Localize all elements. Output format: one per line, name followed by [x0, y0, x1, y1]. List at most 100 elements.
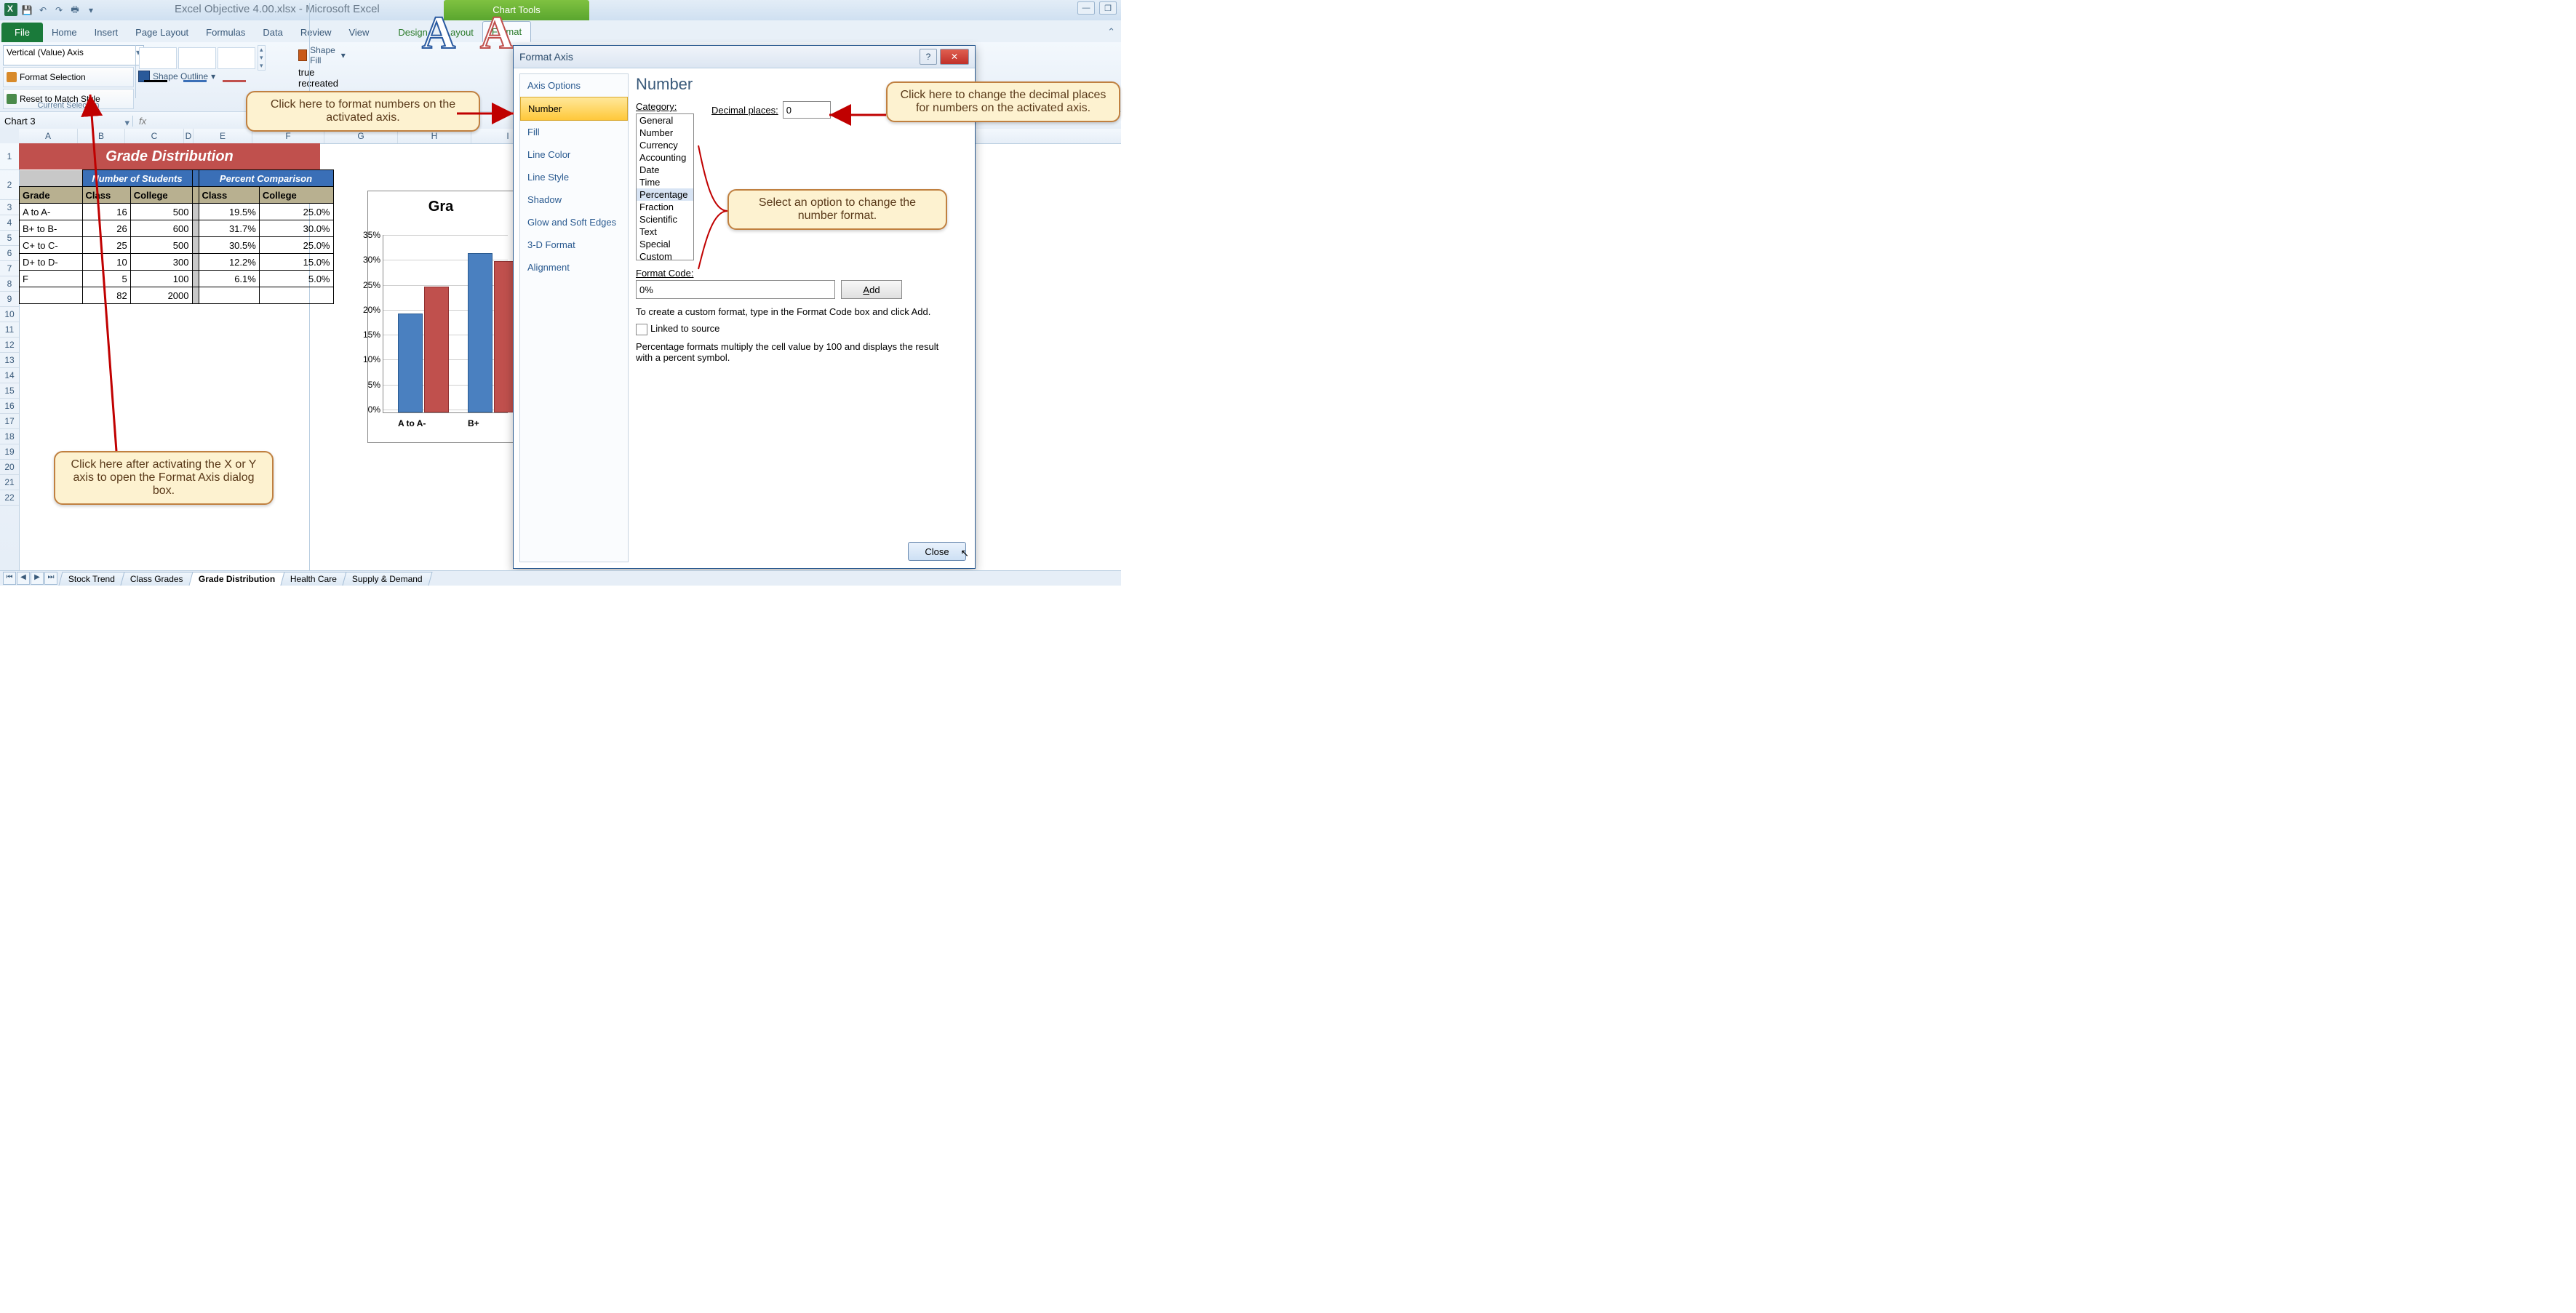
- dialog-nav-axis-options[interactable]: Axis Options: [520, 74, 628, 97]
- category-option[interactable]: Special: [637, 238, 693, 250]
- sheet-tab-supply-&-demand[interactable]: Supply & Demand: [343, 572, 433, 586]
- sheet-first-icon[interactable]: ⏮: [3, 572, 16, 585]
- close-button[interactable]: Close: [908, 542, 966, 561]
- col-header-E[interactable]: E: [194, 129, 252, 143]
- category-option[interactable]: Custom: [637, 250, 693, 260]
- sheet-tab-grade-distribution[interactable]: Grade Distribution: [188, 572, 284, 586]
- chart-bar[interactable]: [424, 287, 449, 412]
- dialog-nav-alignment[interactable]: Alignment: [520, 256, 628, 279]
- add-button[interactable]: Add: [841, 280, 902, 299]
- select-all-button[interactable]: [0, 129, 20, 144]
- shape-style-gallery-expand[interactable]: ▴ ▾ ▾: [258, 45, 266, 71]
- ribbon-expand-icon[interactable]: ⌃: [1107, 26, 1115, 38]
- sheet-prev-icon[interactable]: ◀: [17, 572, 30, 585]
- sheet-tab-stock-trend[interactable]: Stock Trend: [58, 572, 124, 586]
- sheet-last-icon[interactable]: ⏭: [44, 572, 57, 585]
- category-option[interactable]: General: [637, 114, 693, 127]
- col-header-A[interactable]: A: [19, 129, 78, 143]
- row-header-10[interactable]: 10: [0, 307, 19, 322]
- embedded-chart[interactable]: Gra 0%5%10%15%20%25%30%35%A to A-B+: [367, 191, 514, 443]
- category-option[interactable]: Accounting: [637, 151, 693, 164]
- sheet-next-icon[interactable]: ▶: [31, 572, 44, 585]
- row-header-6[interactable]: 6: [0, 246, 19, 261]
- dialog-nav-glow-and-soft-edges[interactable]: Glow and Soft Edges: [520, 211, 628, 234]
- dialog-nav-shadow[interactable]: Shadow: [520, 188, 628, 211]
- chart-bar[interactable]: [468, 253, 493, 412]
- category-option[interactable]: Text: [637, 226, 693, 238]
- sheet-tab-class-grades[interactable]: Class Grades: [120, 572, 193, 586]
- row-header-5[interactable]: 5: [0, 231, 19, 246]
- minimize-icon[interactable]: —: [1077, 1, 1095, 15]
- tab-file[interactable]: File: [1, 23, 43, 42]
- linked-to-source-checkbox[interactable]: [636, 324, 647, 335]
- row-header-13[interactable]: 13: [0, 353, 19, 368]
- chart-bar[interactable]: [398, 314, 423, 412]
- save-icon[interactable]: 💾: [20, 4, 33, 17]
- dialog-nav-fill[interactable]: Fill: [520, 121, 628, 143]
- chart-element-dropdown[interactable]: Vertical (Value) Axis: [3, 45, 144, 65]
- redo-icon[interactable]: ↷: [52, 4, 65, 17]
- row-header-11[interactable]: 11: [0, 322, 19, 338]
- tab-insert[interactable]: Insert: [86, 23, 127, 42]
- tab-formulas[interactable]: Formulas: [197, 23, 254, 42]
- category-listbox[interactable]: GeneralNumberCurrencyAccountingDateTimeP…: [636, 113, 694, 260]
- row-header-4[interactable]: 4: [0, 215, 19, 231]
- col-header-D[interactable]: D: [184, 129, 194, 143]
- shape-style-3[interactable]: [218, 47, 255, 69]
- row-header-16[interactable]: 16: [0, 399, 19, 414]
- row-header-20[interactable]: 20: [0, 460, 19, 475]
- name-box[interactable]: Chart 3▾: [0, 116, 133, 127]
- row-header-17[interactable]: 17: [0, 414, 19, 429]
- wordart-style-a1[interactable]: A: [422, 6, 455, 60]
- row-header-2[interactable]: 2: [0, 170, 19, 200]
- callout-open-format-axis: Click here after activating the X or Y a…: [54, 451, 274, 505]
- dialog-nav-line-color[interactable]: Line Color: [520, 143, 628, 166]
- category-option[interactable]: Time: [637, 176, 693, 188]
- row-header-8[interactable]: 8: [0, 276, 19, 292]
- category-option[interactable]: Scientific: [637, 213, 693, 226]
- row-header-14[interactable]: 14: [0, 368, 19, 383]
- category-option[interactable]: Percentage: [637, 188, 693, 201]
- row-header-19[interactable]: 19: [0, 444, 19, 460]
- category-option[interactable]: Fraction: [637, 201, 693, 213]
- decimal-places-input[interactable]: [783, 101, 831, 119]
- qat-dropdown-icon[interactable]: ▾: [84, 4, 97, 17]
- format-code-input[interactable]: [636, 280, 835, 299]
- row-header-18[interactable]: 18: [0, 429, 19, 444]
- tab-data[interactable]: Data: [254, 23, 291, 42]
- row-header-9[interactable]: 9: [0, 292, 19, 307]
- shape-style-1[interactable]: [139, 47, 177, 69]
- dialog-close-icon[interactable]: ✕: [940, 49, 969, 65]
- col-header-C[interactable]: C: [125, 129, 184, 143]
- row-header-3[interactable]: 3: [0, 200, 19, 215]
- undo-icon[interactable]: ↶: [36, 4, 49, 17]
- dialog-titlebar[interactable]: Format Axis ? ✕: [514, 46, 975, 68]
- print-icon[interactable]: 🖶: [68, 4, 81, 17]
- row-header-7[interactable]: 7: [0, 261, 19, 276]
- row-header-15[interactable]: 15: [0, 383, 19, 399]
- fx-icon[interactable]: fx: [139, 116, 146, 127]
- dialog-nav-number[interactable]: Number: [520, 97, 628, 121]
- tab-view[interactable]: View: [340, 23, 378, 42]
- shape-style-2[interactable]: [178, 47, 216, 69]
- category-option[interactable]: Date: [637, 164, 693, 176]
- dialog-nav-3-d-format[interactable]: 3-D Format: [520, 234, 628, 256]
- col-header-B[interactable]: B: [78, 129, 125, 143]
- format-selection-button[interactable]: Format Selection: [3, 67, 134, 87]
- row-header-21[interactable]: 21: [0, 475, 19, 490]
- row-header-22[interactable]: 22: [0, 490, 19, 506]
- row-header-12[interactable]: 12: [0, 338, 19, 353]
- category-option[interactable]: Number: [637, 127, 693, 139]
- tab-home[interactable]: Home: [43, 23, 86, 42]
- category-option[interactable]: Currency: [637, 139, 693, 151]
- row-header-1[interactable]: 1: [0, 143, 19, 170]
- shape-fill-button[interactable]: Shape Fill ▾: [298, 45, 346, 65]
- tab-page-layout[interactable]: Page Layout: [127, 23, 197, 42]
- tab-review[interactable]: Review: [292, 23, 340, 42]
- dialog-help-icon[interactable]: ?: [920, 49, 937, 65]
- dialog-nav-line-style[interactable]: Line Style: [520, 166, 628, 188]
- wordart-style-a2[interactable]: A: [480, 6, 514, 60]
- header-num-students: Number of Students: [82, 170, 192, 187]
- restore-icon[interactable]: ❐: [1099, 1, 1117, 15]
- sheet-tab-health-care[interactable]: Health Care: [281, 572, 347, 586]
